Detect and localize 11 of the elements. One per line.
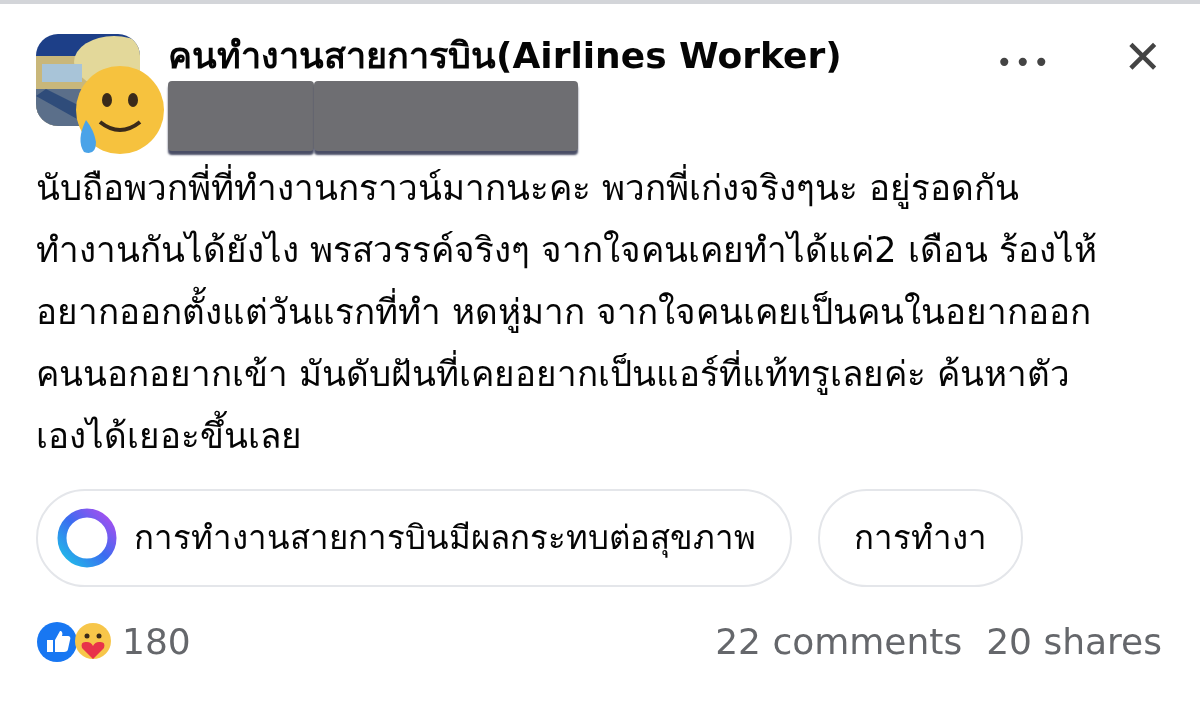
post-text: นับถือพวกพี่ที่ทำงานกราวน์มากนะคะ พวกพี่เก่งจริงๆนะ อยู่รอดกัน ทำงานกันได้ยังไง พรสวรรค์จริงๆ จากใจคนเคยทำได้แค่2 เดือน ร้องไห้อยากออกตั้งแต่วันแรกที่ทำ หดหู่มาก จากใจคนเคยเป็นคนในอยากออก คนนอกอยากเข้า มันดับฝันที่เคยอยากเป็นแอร์ที่แท้ทรูเลยค่ะ ค้นหาตัวเองได้เยอะขึ้นเลย <box>0 157 1150 468</box>
close-button[interactable]: ✕ <box>1123 34 1162 80</box>
author-name[interactable]: คนทำงานสายการบิน(Airlines Worker) <box>168 34 972 78</box>
suggestion-chip[interactable]: การทำงานสายการบินมีผลกระทบต่อสุขภาพ <box>36 489 792 588</box>
shares-link[interactable]: 20 shares <box>986 615 1162 670</box>
comments-link[interactable]: 22 comments <box>715 615 963 670</box>
ring-icon <box>56 507 118 570</box>
like-icon <box>36 621 78 664</box>
more-button[interactable]: ••• <box>995 42 1052 84</box>
suggestion-chip[interactable]: การทำงา <box>818 489 1023 588</box>
reaction-count[interactable]: 180 <box>122 615 191 670</box>
